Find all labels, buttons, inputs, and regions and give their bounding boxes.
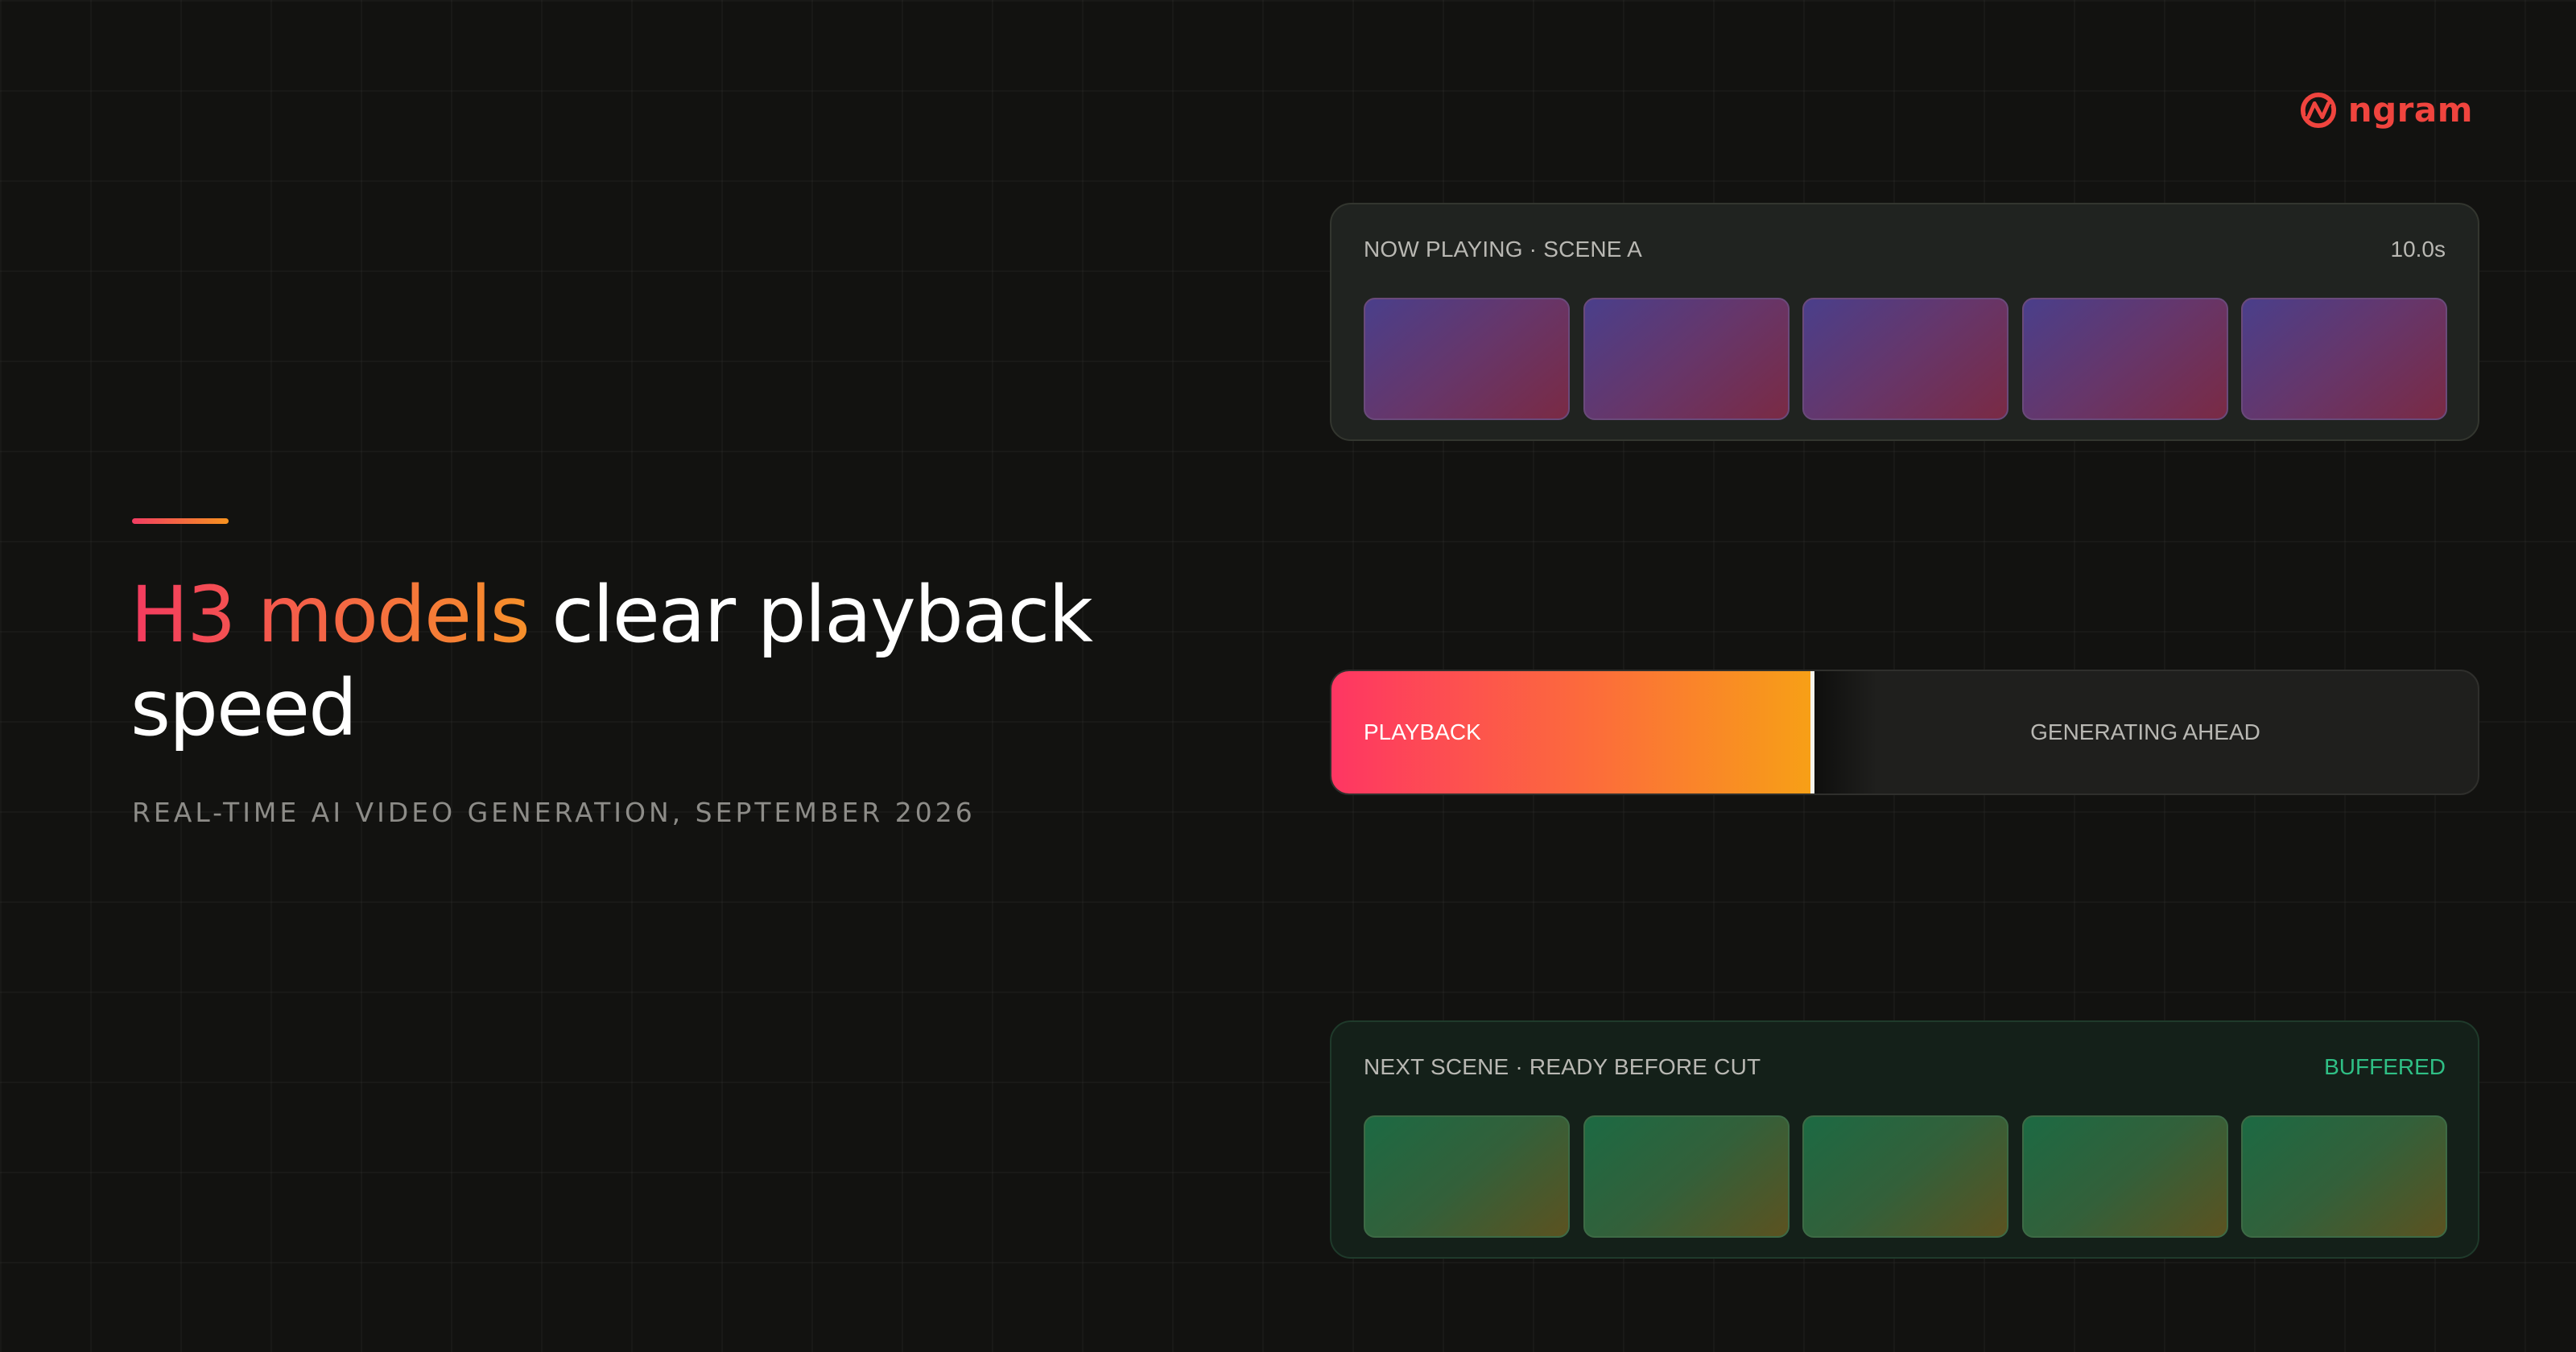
now-playing-label: NOW PLAYING · SCENE A: [1364, 237, 1642, 262]
next-scene-card: NEXT SCENE · READY BEFORE CUT BUFFERED: [1330, 1020, 2479, 1259]
generating-ahead-label: GENERATING AHEAD: [2030, 719, 2260, 744]
subtitle: REAL-TIME AI VIDEO GENERATION, SEPTEMBER…: [132, 797, 976, 828]
next-scene-frame: [2021, 1115, 2228, 1238]
brand-name: ngram: [2347, 90, 2473, 130]
next-scene-frame: [1583, 1115, 1790, 1238]
playback-bar: PLAYBACK GENERATING AHEAD: [1330, 670, 2479, 795]
brand-logo: ngram: [2300, 90, 2473, 130]
next-scene-label: NEXT SCENE · READY BEFORE CUT: [1364, 1054, 1761, 1079]
playback-label: PLAYBACK: [1364, 719, 1481, 744]
now-playing-frames: [1364, 298, 2447, 420]
scene-a-frame: [2241, 298, 2447, 420]
scene-a-frame: [1364, 298, 1570, 420]
headline-highlight: H3 models: [130, 570, 530, 660]
scene-a-frame: [2021, 298, 2228, 420]
next-scene-frame: [2241, 1115, 2447, 1238]
headline: H3 models clear playback speed: [130, 568, 1193, 755]
ngram-logo-icon: [2300, 92, 2337, 129]
next-scene-frame: [1802, 1115, 2008, 1238]
scene-a-frame: [1583, 298, 1790, 420]
now-playing-duration: 10.0s: [2390, 237, 2446, 262]
next-scene-frames: [1364, 1115, 2447, 1238]
now-playing-card: NOW PLAYING · SCENE A 10.0s: [1330, 203, 2479, 441]
buffered-status: BUFFERED: [2324, 1054, 2446, 1079]
next-scene-frame: [1364, 1115, 1570, 1238]
accent-line: [132, 518, 229, 524]
slide: ngram H3 models clear playback speed REA…: [0, 0, 2576, 1352]
scene-a-frame: [1802, 298, 2008, 420]
